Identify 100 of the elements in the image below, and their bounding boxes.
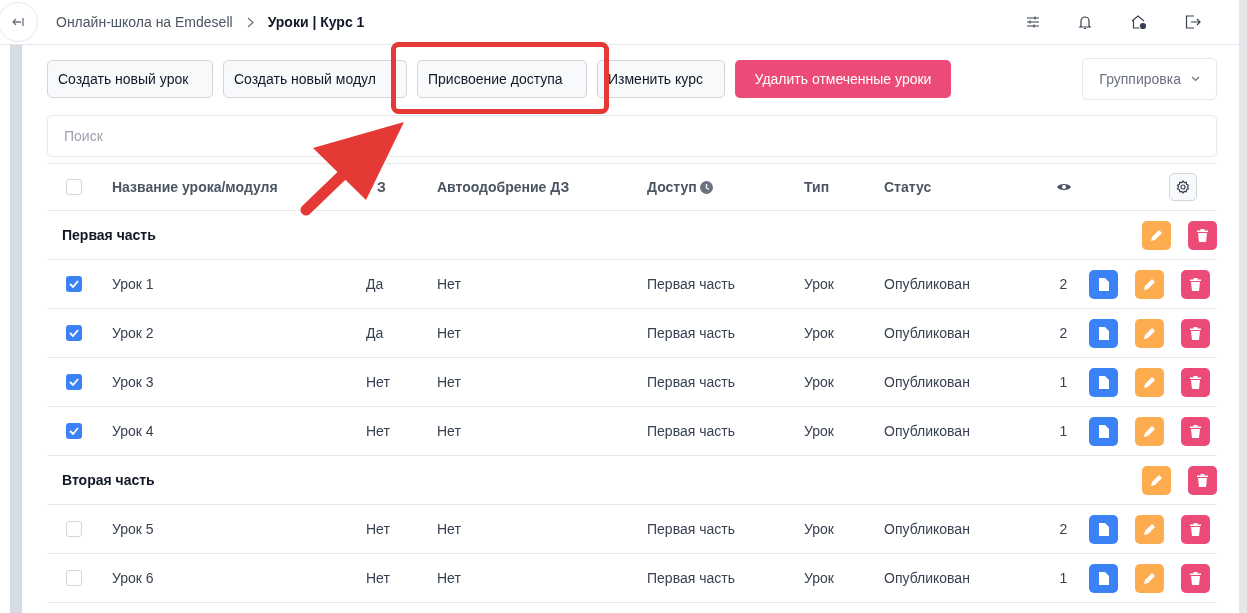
table-cell-text: Первая часть <box>647 519 735 539</box>
table-cell-text: Опубликован <box>884 323 970 343</box>
checkbox[interactable] <box>66 570 82 586</box>
table-cell-text: Урок <box>804 519 834 539</box>
edit-button[interactable] <box>1142 220 1171 250</box>
pencil-icon <box>1143 277 1156 291</box>
document-icon <box>1098 424 1109 438</box>
checkbox[interactable] <box>66 276 82 292</box>
view-button[interactable] <box>1089 367 1118 397</box>
collapse-icon <box>12 17 24 27</box>
trash-icon <box>1190 277 1201 291</box>
column-header: Название урока/модуля <box>112 177 278 197</box>
checkbox[interactable] <box>66 179 82 195</box>
edit-button[interactable] <box>1142 465 1171 495</box>
trash-icon <box>1190 326 1201 340</box>
delete-button[interactable] <box>1181 416 1210 446</box>
checkbox[interactable] <box>66 374 82 390</box>
trash-icon <box>1190 571 1201 585</box>
delete-button[interactable] <box>1181 269 1210 299</box>
table-cell-text: Нет <box>437 568 461 588</box>
table-cell-text: Да <box>366 274 384 294</box>
view-count: 1 <box>1059 421 1068 441</box>
delete-button[interactable] <box>1181 563 1210 593</box>
lesson-title: Урок 6 <box>112 568 154 588</box>
trash-icon <box>1190 522 1201 536</box>
page-title: Уроки | Курс 1 <box>267 12 365 32</box>
table-cell-text: Опубликован <box>884 519 970 539</box>
table-cell-text: Да <box>366 323 384 343</box>
bell-icon[interactable] <box>1078 14 1092 30</box>
chevron-icon <box>246 16 254 28</box>
table-cell-text: Урок <box>804 274 834 294</box>
column-header: Доступ <box>647 177 697 197</box>
edit-button[interactable] <box>1135 367 1164 397</box>
table-cell-text: Нет <box>366 568 390 588</box>
checkbox[interactable] <box>66 521 82 537</box>
view-button[interactable] <box>1089 269 1118 299</box>
table-cell-text: Опубликован <box>884 372 970 392</box>
delete-button[interactable] <box>1188 465 1217 495</box>
table-cell-text: Нет <box>366 519 390 539</box>
module-title: Первая часть <box>62 225 156 245</box>
toolbar-button[interactable]: Создать новый модул <box>223 60 407 98</box>
checkbox[interactable] <box>66 423 82 439</box>
delete-selected-button[interactable]: Удалить отмеченные уроки <box>735 60 951 98</box>
breadcrumb-link[interactable]: Онлайн-школа на Emdesell <box>56 11 233 33</box>
document-icon <box>1098 277 1109 291</box>
toolbar-button[interactable]: Присвоение доступа <box>417 60 587 98</box>
table-cell-text: Урок <box>804 372 834 392</box>
delete-button[interactable] <box>1181 514 1210 544</box>
home-icon[interactable] <box>1130 14 1147 30</box>
pencil-icon <box>1143 375 1156 389</box>
checkmark-icon <box>69 378 79 386</box>
table-cell-text: Нет <box>366 421 390 441</box>
table-cell-text: Урок <box>804 421 834 441</box>
view-button[interactable] <box>1089 416 1118 446</box>
view-button[interactable] <box>1089 514 1118 544</box>
table-cell-text: Нет <box>437 274 461 294</box>
table-cell-text: Опубликован <box>884 274 970 294</box>
column-header: Статус <box>884 177 932 197</box>
grouping-dropdown[interactable]: Группировка <box>1082 58 1217 100</box>
view-button[interactable] <box>1089 318 1118 348</box>
document-icon <box>1098 326 1109 340</box>
module-title: Вторая часть <box>62 470 155 490</box>
edit-button[interactable] <box>1135 318 1164 348</box>
lesson-title: Урок 5 <box>112 519 154 539</box>
column-header: Тип <box>804 177 830 197</box>
clock-icon <box>699 180 713 194</box>
edit-button[interactable] <box>1135 563 1164 593</box>
table-cell-text: Первая часть <box>647 568 735 588</box>
table-cell-text: Опубликован <box>884 421 970 441</box>
document-icon <box>1098 571 1109 585</box>
sliders-icon[interactable] <box>1026 15 1040 29</box>
delete-button[interactable] <box>1181 318 1210 348</box>
toolbar-button[interactable]: Создать новый урок <box>47 60 213 98</box>
table-cell-text: Нет <box>437 421 461 441</box>
lesson-title: Урок 2 <box>112 323 154 343</box>
search-field[interactable]: Поиск <box>47 115 1217 157</box>
edit-button[interactable] <box>1135 514 1164 544</box>
delete-button[interactable] <box>1181 367 1210 397</box>
view-button[interactable] <box>1089 563 1118 593</box>
pencil-icon <box>1143 424 1156 438</box>
trash-icon <box>1190 424 1201 438</box>
toolbar-button[interactable]: Изменить курс <box>597 60 725 98</box>
trash-icon <box>1197 228 1208 242</box>
table-cell-text: Нет <box>437 323 461 343</box>
pencil-icon <box>1143 571 1156 585</box>
checkbox[interactable] <box>66 325 82 341</box>
lesson-title: Урок 1 <box>112 274 154 294</box>
pencil-icon <box>1143 522 1156 536</box>
table-cell-text: Нет <box>366 372 390 392</box>
logout-icon[interactable] <box>1185 15 1201 29</box>
lesson-title: Урок 3 <box>112 372 154 392</box>
edit-button[interactable] <box>1135 416 1164 446</box>
view-count: 2 <box>1059 274 1068 294</box>
table-cell-text: Нет <box>437 372 461 392</box>
delete-button[interactable] <box>1188 220 1217 250</box>
document-icon <box>1098 375 1109 389</box>
edit-button[interactable] <box>1135 269 1164 299</box>
table-cell-text: Первая часть <box>647 323 735 343</box>
settings-button[interactable] <box>1169 173 1197 201</box>
trash-icon <box>1190 375 1201 389</box>
